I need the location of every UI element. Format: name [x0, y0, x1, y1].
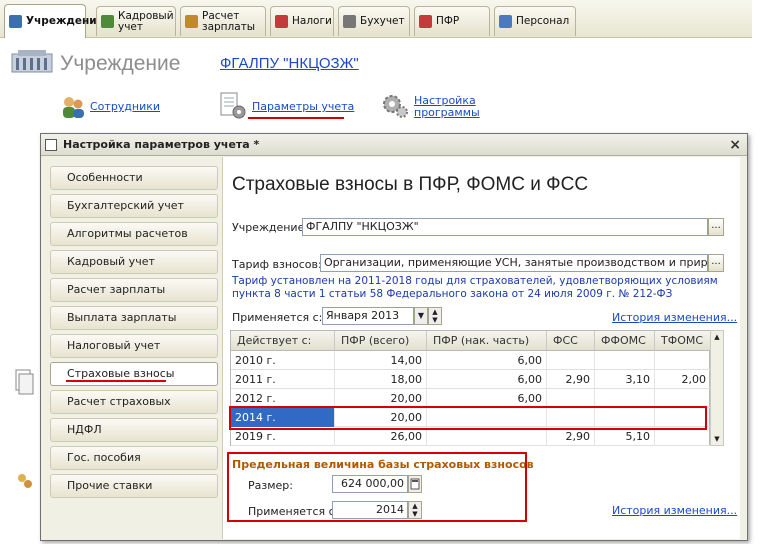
ledger-icon	[343, 15, 356, 28]
nav-item-features[interactable]: Особенности учреждения	[50, 166, 218, 206]
cell-pfr-total: 14,00	[335, 351, 427, 370]
cell-tfoms	[655, 351, 711, 370]
cell-pfr-acc: 6,00	[427, 370, 547, 389]
th-pfr-total[interactable]: ПФР (всего)	[335, 331, 427, 351]
tariff-field[interactable]: Организации, применяющие УСН, занятые пр…	[320, 254, 708, 272]
highlight-underline	[248, 117, 344, 119]
tab-taxes[interactable]: Налоги	[270, 6, 334, 36]
nav-item-ndfl[interactable]: НДФЛ	[50, 418, 218, 442]
applies-field[interactable]: Января 2013	[322, 307, 414, 325]
history-link[interactable]: История изменения...	[612, 311, 737, 324]
people-icon	[101, 15, 114, 28]
pfr-icon	[419, 15, 432, 28]
dialog-title: Настройка параметров учета *	[63, 138, 260, 151]
cell-ffoms: 3,10	[595, 370, 655, 389]
tab-accounting[interactable]: Бухучет	[338, 6, 410, 36]
cell-pfr-acc: 6,00	[427, 351, 547, 370]
table-scrollbar[interactable]: ▲ ▼	[710, 330, 724, 446]
cell-tfoms: 2,00	[655, 370, 711, 389]
cell-pfr-total: 18,00	[335, 370, 427, 389]
nav-item-algorithms[interactable]: Алгоритмы расчетов	[50, 222, 218, 246]
dropdown-icon[interactable]: ▼	[414, 307, 428, 325]
nav-item-salary-payment[interactable]: Выплата зарплаты	[50, 306, 218, 330]
th-date[interactable]: Действует с:	[231, 331, 335, 351]
cell-fss: 2,90	[547, 370, 595, 389]
limit-history-link[interactable]: История изменения...	[612, 504, 737, 517]
settings-link[interactable]: Настройка программы	[414, 95, 484, 119]
section-title: Страховые взносы в ПФР, ФОМС и ФСС	[232, 174, 589, 195]
org-select-button[interactable]: ...	[708, 218, 724, 236]
cell-fss	[547, 351, 595, 370]
side-icons	[14, 368, 36, 501]
highlight-underline	[66, 380, 166, 382]
calculator-icon	[185, 15, 198, 28]
highlight-box	[227, 452, 527, 522]
people-icon	[60, 94, 86, 120]
th-ffoms[interactable]: ФФОМС	[595, 331, 655, 351]
scroll-up-icon[interactable]: ▲	[711, 331, 723, 343]
nav-item-tax[interactable]: Налоговый учет	[50, 334, 218, 358]
tab-institution[interactable]: Учреждение	[4, 4, 104, 38]
th-pfr-acc[interactable]: ПФР (нак. часть)	[427, 331, 547, 351]
tariff-label: Тариф взносов:	[232, 258, 322, 271]
tab-pfr[interactable]: ПФР	[414, 6, 490, 36]
tab-personnel[interactable]: Персонал	[494, 6, 576, 36]
params-link[interactable]: Параметры учета	[252, 101, 354, 113]
table-row[interactable]: 2011 г. 18,00 6,00 2,90 3,10 2,00	[231, 370, 711, 389]
window-icon	[45, 139, 57, 151]
stepper-icon[interactable]: ▲ ▼	[428, 307, 442, 325]
th-fss[interactable]: ФСС	[547, 331, 595, 351]
org-label: Учреждение:	[232, 221, 309, 234]
scroll-down-icon[interactable]: ▼	[711, 433, 723, 445]
cell-date: 2010 г.	[231, 351, 335, 370]
close-icon[interactable]: ×	[729, 137, 741, 153]
highlight-box	[229, 406, 707, 430]
nav-item-other-rates[interactable]: Прочие ставки	[50, 474, 218, 498]
tab-hr[interactable]: Кадровый учет	[96, 6, 176, 36]
cell-ffoms	[595, 351, 655, 370]
table-row[interactable]: 2010 г. 14,00 6,00	[231, 351, 711, 370]
tariff-select-button[interactable]: ...	[708, 254, 724, 272]
applies-label: Применяется с:	[232, 311, 323, 324]
nav-item-insurance-calc[interactable]: Расчет страховых взносов	[50, 390, 218, 430]
section-tabbar: Учреждение Кадровый учет Расчет зарплаты…	[0, 0, 752, 38]
building-icon	[10, 48, 54, 74]
org-field[interactable]: ФГАЛПУ "НКЦОЗЖ"	[302, 218, 708, 236]
nav-item-accounting[interactable]: Бухгалтерский учет	[50, 194, 218, 218]
org-link[interactable]: ФГАЛПУ "НКЦОЗЖ"	[220, 55, 359, 72]
building-icon	[9, 15, 22, 28]
page-title: Учреждение	[60, 52, 181, 75]
gears-icon	[380, 92, 410, 120]
nav-item-insurance[interactable]: Страховые взносы	[50, 362, 218, 386]
person-icon	[499, 15, 512, 28]
tab-payroll[interactable]: Расчет зарплаты	[180, 6, 266, 36]
nav-item-benefits[interactable]: Гос. пособия	[50, 446, 218, 470]
dialog-titlebar[interactable]: Настройка параметров учета *	[41, 134, 747, 156]
nav-item-payroll[interactable]: Расчет зарплаты	[50, 278, 218, 302]
employees-link[interactable]: Сотрудники	[90, 101, 160, 113]
nav-item-hr[interactable]: Кадровый учет	[50, 250, 218, 274]
document-gear-icon	[218, 92, 248, 120]
tariff-note: Тариф установлен на 2011-2018 годы для с…	[232, 275, 718, 300]
document-icon	[275, 15, 288, 28]
th-tfoms[interactable]: ТФОМС	[655, 331, 711, 351]
cell-date: 2011 г.	[231, 370, 335, 389]
